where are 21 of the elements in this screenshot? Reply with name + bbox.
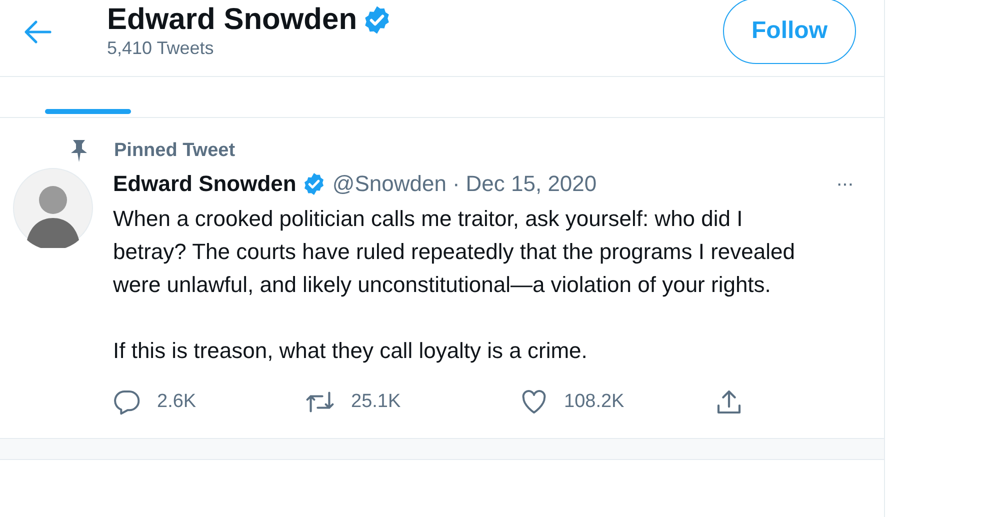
speech-bubble-icon xyxy=(113,388,141,416)
selected-tab-indicator[interactable] xyxy=(45,109,132,114)
reply-button[interactable]: 2.6K xyxy=(113,388,305,416)
like-button[interactable]: 108.2K xyxy=(520,388,715,416)
verified-badge-icon xyxy=(302,172,326,196)
heart-icon xyxy=(520,388,548,416)
back-arrow-icon xyxy=(24,19,52,45)
back-button[interactable] xyxy=(24,19,52,45)
retweet-button[interactable]: 25.1K xyxy=(305,388,520,416)
tweet-text: When a crooked politician calls me traitor, ask yourself: who did I betray? The courts have ruled repeatedly that the programs I revealed were unlawful, and likely unconstitutional—a violation of your rights. xyxy=(113,205,796,299)
share-icon xyxy=(715,388,743,416)
author-name: Edward Snowden xyxy=(113,171,296,197)
author-handle: @Snowden xyxy=(332,171,446,197)
pinned-tweet-label: Pinned Tweet xyxy=(114,140,236,162)
separator-dot: · xyxy=(452,171,460,197)
tweet-count: 5,410 Tweets xyxy=(107,37,215,60)
tweet-text: If this is treason, what they call loyalty is a crime. xyxy=(113,337,588,365)
tweet-date[interactable]: Dec 15, 2020 xyxy=(466,171,597,197)
profile-name: Edward Snowden xyxy=(107,2,358,38)
follow-button[interactable]: Follow xyxy=(723,0,856,64)
more-options-button[interactable]: ··· xyxy=(836,172,853,196)
